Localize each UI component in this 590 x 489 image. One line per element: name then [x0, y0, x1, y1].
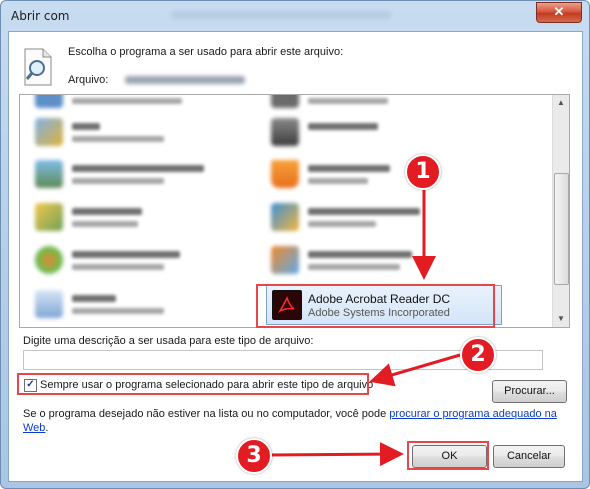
arrow-to-checkbox — [369, 353, 461, 387]
step-marker-1: 1 — [405, 154, 441, 190]
step-marker-3: 3 — [236, 438, 272, 474]
arrow-to-ok — [267, 442, 404, 467]
step-marker-2: 2 — [460, 337, 496, 373]
annotation-arrows — [267, 188, 461, 467]
